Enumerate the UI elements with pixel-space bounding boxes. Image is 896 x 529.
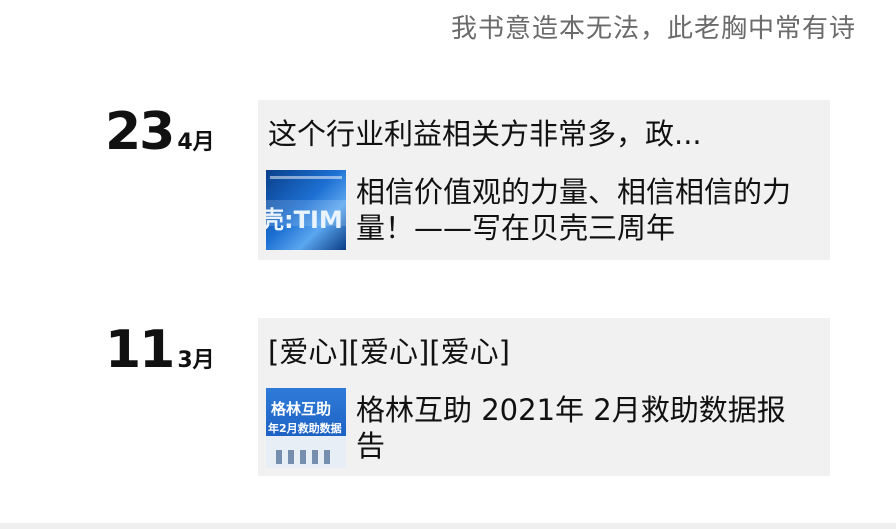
shared-link[interactable]: 壳:TIM 相信价值观的力量、相信相信的力量！——写在贝壳三周年 [266,170,796,250]
post-text: [爱心][爱心][爱心] [268,335,510,369]
post-date: 11 3月 [105,324,215,376]
post-month: 3月 [177,348,215,373]
article-thumbnail: 壳:TIM [266,170,346,250]
shared-link[interactable]: 格林互助 年2月救助数据 格林互助 2021年 2月救助数据报告 [266,388,796,468]
post-month: 4月 [177,130,215,155]
divider [0,523,896,529]
article-thumbnail: 格林互助 年2月救助数据 [266,388,346,468]
post-day: 11 [105,320,175,380]
thumbnail-text: 格林互助 [271,400,332,418]
post-card[interactable]: [爱心][爱心][爱心] 格林互助 年2月救助数据 格林互助 2021年 2月救… [258,318,830,476]
shared-link-title: 相信价值观的力量、相信相信的力量！——写在贝壳三周年 [356,175,792,245]
post-text: 这个行业利益相关方非常多，政... [268,117,702,151]
profile-signature: 我书意造本无法，此老胸中常有诗 [450,14,856,44]
post-date: 23 4月 [105,106,215,158]
thumbnail-text: 壳:TIM [266,206,343,234]
post-day: 23 [105,102,175,162]
shared-link-title: 格林互助 2021年 2月救助数据报告 [356,393,786,463]
post-card[interactable]: 这个行业利益相关方非常多，政... 壳:TIM 相信价值观的力量、相信相信的力量… [258,100,830,260]
thumbnail-subtext: 年2月救助数据 [268,422,342,435]
